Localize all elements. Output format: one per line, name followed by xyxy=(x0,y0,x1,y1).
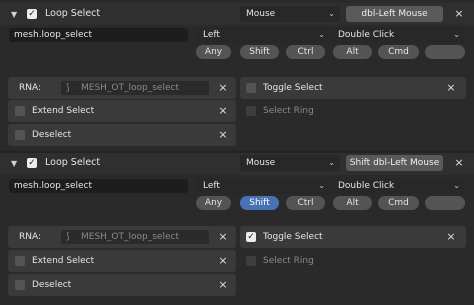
operator-icon: ⟆ xyxy=(66,232,70,242)
chevron-down-icon: ⌄ xyxy=(328,9,335,18)
button-value: Left xyxy=(203,181,220,191)
toggle-select-label: Toggle Select xyxy=(263,232,323,242)
extend-select-label: Extend Select xyxy=(32,256,95,266)
event-value: Double Click xyxy=(338,181,395,191)
event-value: Double Click xyxy=(338,30,395,40)
map-type-value: Mouse xyxy=(246,9,276,19)
rna-label: RNA: xyxy=(19,232,42,242)
rna-identifier-field: ⟆ MESH_OT_loop_select xyxy=(61,230,209,244)
keymap-item-1: ▼ ✓ Loop Select Mouse ⌄ dbl-Left Mouse ×… xyxy=(0,0,474,150)
rna-close-icon[interactable]: × xyxy=(216,229,230,245)
event-dropdown[interactable]: Double Click ⌄ xyxy=(332,27,465,43)
rna-identifier-field: ⟆ MESH_OT_loop_select xyxy=(61,81,209,95)
idname-input[interactable]: mesh.loop_select xyxy=(9,28,188,42)
extend-select-close-icon[interactable]: × xyxy=(216,103,230,119)
modifier-ctrl-button[interactable]: Ctrl xyxy=(286,196,325,210)
modifier-cmd-button[interactable]: Cmd xyxy=(378,196,419,210)
toggle-select-close-icon[interactable]: × xyxy=(444,229,458,245)
deselect-checkbox[interactable] xyxy=(15,130,25,140)
key-input-button[interactable]: Shift dbl-Left Mouse xyxy=(346,155,443,171)
expand-arrow-icon[interactable]: ▼ xyxy=(11,159,17,169)
extend-select-checkbox[interactable] xyxy=(15,256,25,266)
rna-identifier-value: MESH_OT_loop_select xyxy=(81,83,179,93)
button-dropdown[interactable]: Left ⌄ xyxy=(197,178,330,194)
select-ring-checkbox[interactable] xyxy=(246,106,256,116)
chevron-down-icon: ⌄ xyxy=(318,30,325,39)
extend-select-close-icon[interactable]: × xyxy=(216,253,230,269)
toggle-select-checkbox[interactable]: ✓ xyxy=(246,232,256,242)
modifier-any-button[interactable]: Any xyxy=(196,45,231,59)
deselect-label: Deselect xyxy=(32,130,72,140)
modifier-cmd-button[interactable]: Cmd xyxy=(378,45,419,59)
rna-identifier-value: MESH_OT_loop_select xyxy=(81,232,179,242)
enabled-checkbox[interactable]: ✓ xyxy=(27,9,37,19)
operator-icon: ⟆ xyxy=(66,83,70,93)
select-ring-checkbox[interactable] xyxy=(246,256,256,266)
map-type-dropdown[interactable]: Mouse ⌄ xyxy=(240,6,340,22)
deselect-close-icon[interactable]: × xyxy=(216,127,230,143)
map-type-value: Mouse xyxy=(246,158,276,168)
select-ring-label: Select Ring xyxy=(263,256,314,266)
deselect-close-icon[interactable]: × xyxy=(216,277,230,293)
button-dropdown[interactable]: Left ⌄ xyxy=(197,27,330,43)
toggle-select-close-icon[interactable]: × xyxy=(444,80,458,96)
modifier-any-button[interactable]: Any xyxy=(196,196,231,210)
toggle-select-label: Toggle Select xyxy=(263,83,323,93)
keymap-item-title: Loop Select xyxy=(45,8,101,19)
rna-label: RNA: xyxy=(19,83,42,93)
rna-close-icon[interactable]: × xyxy=(216,80,230,96)
enabled-checkbox[interactable]: ✓ xyxy=(27,158,37,168)
modifier-alt-button[interactable]: Alt xyxy=(333,196,372,210)
key-input-button[interactable]: dbl-Left Mouse xyxy=(346,6,443,22)
keymap-item-2: ▼ ✓ Loop Select Mouse ⌄ Shift dbl-Left M… xyxy=(0,152,474,305)
idname-input[interactable]: mesh.loop_select xyxy=(9,179,188,193)
chevron-down-icon: ⌄ xyxy=(328,158,335,167)
modifier-shift-button[interactable]: Shift xyxy=(240,196,279,210)
select-ring-label: Select Ring xyxy=(263,106,314,116)
event-dropdown[interactable]: Double Click ⌄ xyxy=(332,178,465,194)
chevron-down-icon: ⌄ xyxy=(453,30,460,39)
keymap-item-title: Loop Select xyxy=(45,157,101,168)
toggle-select-checkbox[interactable] xyxy=(246,83,256,93)
deselect-checkbox[interactable] xyxy=(15,280,25,290)
chevron-down-icon: ⌄ xyxy=(453,181,460,190)
extend-select-label: Extend Select xyxy=(32,106,95,116)
modifier-ctrl-button[interactable]: Ctrl xyxy=(286,45,325,59)
extend-select-checkbox[interactable] xyxy=(15,106,25,116)
modifier-alt-button[interactable]: Alt xyxy=(333,45,372,59)
map-type-dropdown[interactable]: Mouse ⌄ xyxy=(240,155,340,171)
button-value: Left xyxy=(203,30,220,40)
modifier-key-button[interactable] xyxy=(425,196,465,210)
chevron-down-icon: ⌄ xyxy=(318,181,325,190)
remove-item-close-icon[interactable]: × xyxy=(452,6,466,22)
modifier-shift-button[interactable]: Shift xyxy=(240,45,279,59)
remove-item-close-icon[interactable]: × xyxy=(452,155,466,171)
expand-arrow-icon[interactable]: ▼ xyxy=(11,10,17,20)
modifier-key-button[interactable] xyxy=(425,45,465,59)
deselect-label: Deselect xyxy=(32,280,72,290)
